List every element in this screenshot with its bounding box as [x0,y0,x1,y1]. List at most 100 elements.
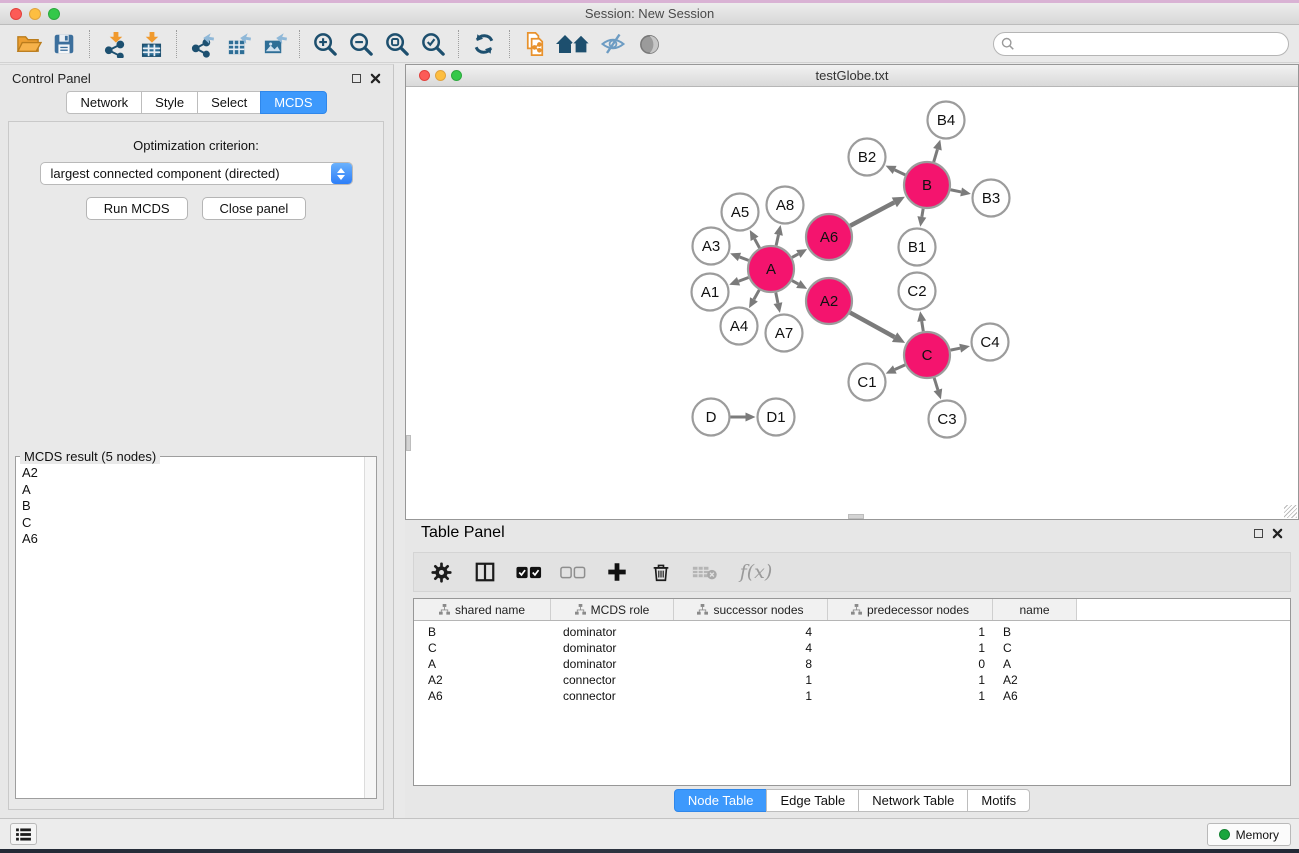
create-column-button[interactable] [604,557,630,587]
duplicate-network-button[interactable] [517,29,553,59]
tab-edge-table[interactable]: Edge Table [766,789,859,812]
search-box[interactable] [993,32,1289,56]
edge-C-C3[interactable] [934,378,938,390]
zoom-fit-button[interactable] [379,29,415,59]
import-table-button[interactable] [133,29,169,59]
table-settings-button[interactable] [428,557,454,587]
column-header-successor-nodes[interactable]: successor nodes [674,599,828,620]
result-item[interactable]: B [22,498,363,515]
network-canvas-area[interactable]: ABCA6A2A5A8A3A1A4A7B2B4B3B1C2C4C1C3DD1 [406,87,1298,519]
window-titlebar[interactable]: Session: New Session [0,3,1299,25]
network-close-button[interactable] [419,70,430,81]
close-panel-icon[interactable] [1272,528,1283,539]
import-network-button[interactable] [97,29,133,59]
graph-node-D[interactable]: D [693,399,730,436]
function-builder-button[interactable]: f(x) [736,557,776,587]
close-panel-icon[interactable] [370,73,381,84]
tab-network[interactable]: Network [66,91,142,114]
run-mcds-button[interactable]: Run MCDS [86,197,188,220]
zoom-selected-button[interactable] [415,29,451,59]
select-all-columns-button[interactable] [516,557,542,587]
task-history-button[interactable] [10,823,37,845]
edge-A2-C[interactable] [850,313,895,338]
show-columns-button[interactable] [472,557,498,587]
edge-A-A1[interactable] [739,277,749,281]
float-panel-icon[interactable] [352,74,361,83]
export-network-button[interactable] [184,29,220,59]
unselect-all-columns-button[interactable] [560,557,586,587]
table-row[interactable]: A6connector11A6 [414,688,1290,704]
graph-node-A5[interactable]: A5 [722,194,759,231]
result-item[interactable]: C [22,515,363,532]
graph-node-C[interactable]: C [904,332,950,378]
open-session-button[interactable] [10,29,46,59]
graph-node-A8[interactable]: A8 [767,187,804,224]
tab-motifs[interactable]: Motifs [967,789,1030,812]
float-panel-icon[interactable] [1254,529,1263,538]
column-header-name[interactable]: name [993,599,1077,620]
search-input[interactable] [993,32,1289,56]
home-view-button[interactable] [553,29,595,59]
column-header-shared-name[interactable]: shared name [414,599,551,620]
export-table-button[interactable] [220,29,256,59]
graph-node-A4[interactable]: A4 [721,308,758,345]
zoom-out-button[interactable] [343,29,379,59]
zoom-in-button[interactable] [307,29,343,59]
edge-A-A7[interactable] [776,293,778,304]
column-header-mcds-role[interactable]: MCDS role [551,599,674,620]
edge-B-B1[interactable] [922,209,923,217]
edge-B-B3[interactable] [951,190,962,192]
minimize-window-button[interactable] [29,8,41,20]
table-row[interactable]: A2connector11A2 [414,672,1290,688]
close-panel-button[interactable]: Close panel [202,197,307,220]
node-table[interactable]: shared name MCDS role successor nodes pr… [413,598,1291,786]
graph-node-A2[interactable]: A2 [806,278,852,324]
edge-B-B4[interactable] [934,149,938,162]
graph-node-C3[interactable]: C3 [929,401,966,438]
criterion-select[interactable]: largest connected component (directed) [40,162,353,185]
result-scrollbar[interactable] [364,457,376,798]
memory-button[interactable]: Memory [1207,823,1291,846]
edge-A6-B[interactable] [850,202,894,225]
export-image-button[interactable] [256,29,292,59]
save-session-button[interactable] [46,29,82,59]
graph-node-C1[interactable]: C1 [849,364,886,401]
edge-A-A2[interactable] [792,281,798,284]
delete-columns-button[interactable] [648,557,674,587]
zoom-window-button[interactable] [48,8,60,20]
result-item[interactable]: A [22,482,363,499]
edge-C-C1[interactable] [895,365,905,370]
delete-table-button[interactable] [692,557,718,587]
show-details-button[interactable] [631,29,667,59]
canvas-bottom-handle[interactable] [848,514,864,519]
tab-select[interactable]: Select [197,91,261,114]
graph-node-A3[interactable]: A3 [693,228,730,265]
edge-B-B2[interactable] [895,170,906,175]
result-item[interactable]: A2 [22,465,363,482]
graph-node-B2[interactable]: B2 [849,139,886,176]
network-zoom-button[interactable] [451,70,462,81]
tab-style[interactable]: Style [141,91,198,114]
column-header-predecessor-nodes[interactable]: predecessor nodes [828,599,993,620]
close-window-button[interactable] [10,8,22,20]
edge-A-A5[interactable] [755,239,760,248]
network-window-titlebar[interactable]: testGlobe.txt [406,65,1298,87]
graph-node-A[interactable]: A [748,246,794,292]
graph-node-D1[interactable]: D1 [758,399,795,436]
tab-node-table[interactable]: Node Table [674,789,768,812]
refresh-view-button[interactable] [466,29,502,59]
graph-node-A7[interactable]: A7 [766,315,803,352]
graph-node-B3[interactable]: B3 [973,180,1010,217]
tab-mcds[interactable]: MCDS [260,91,326,114]
table-row[interactable]: Bdominator41B [414,624,1290,640]
graph-node-C4[interactable]: C4 [972,324,1009,361]
edge-A-A8[interactable] [776,235,778,246]
tab-network-table[interactable]: Network Table [858,789,968,812]
graph-node-B4[interactable]: B4 [928,102,965,139]
graph-node-B1[interactable]: B1 [899,229,936,266]
network-minimize-button[interactable] [435,70,446,81]
edge-C-C2[interactable] [922,321,924,331]
graph-node-C2[interactable]: C2 [899,273,936,310]
edge-A-A3[interactable] [739,257,748,260]
canvas-left-handle[interactable] [406,435,411,451]
